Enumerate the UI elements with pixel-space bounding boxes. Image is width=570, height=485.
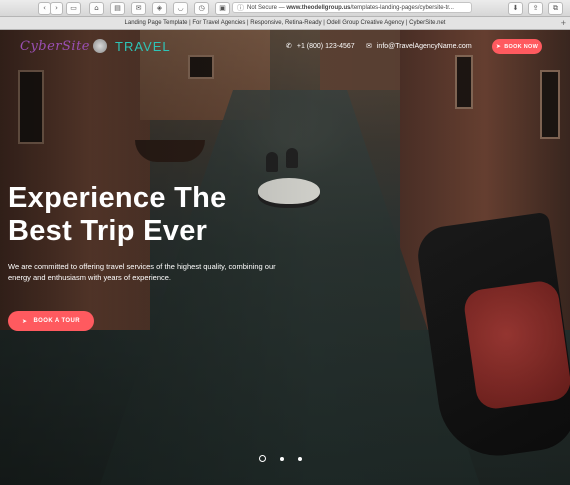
shield-icon[interactable]: ◈ — [152, 2, 167, 15]
url-separator: — — [278, 5, 285, 11]
download-icon[interactable]: ⬇ — [508, 2, 523, 15]
history-icon[interactable]: ◷ — [194, 2, 209, 15]
site-logo[interactable]: CyberSite TRAVEL — [20, 38, 171, 54]
forward-icon[interactable]: › — [50, 2, 63, 15]
email-icon: ✉ — [366, 42, 372, 50]
tab-bar: Landing Page Template | For Travel Agenc… — [0, 17, 570, 30]
hero-section — [0, 30, 570, 485]
sidebar-icon[interactable]: ▭ — [66, 2, 81, 15]
send-icon: ➤ — [22, 317, 28, 325]
logo-text-travel: TRAVEL — [115, 38, 171, 54]
hero-headline: Experience The Best Trip Ever — [8, 182, 308, 248]
email-address: info@TravelAgencyName.com — [376, 42, 472, 50]
slider-dots — [259, 455, 316, 462]
hero-overlay — [0, 30, 570, 485]
logo-text-cyber: CyberSite — [20, 38, 91, 54]
book-now-label: BOOK NOW — [504, 43, 539, 50]
headline-line-1: Experience The — [8, 182, 227, 214]
slider-dot-2[interactable] — [280, 456, 284, 461]
share-icon[interactable]: ⇪ — [528, 2, 543, 15]
url-host: www.theodellgroup.us — [286, 5, 351, 11]
url-field[interactable]: ⓘ Not Secure — www.theodellgroup.us/temp… — [232, 2, 472, 13]
info-icon: ⓘ — [237, 5, 244, 12]
book-a-tour-button[interactable]: ➤ BOOK A TOUR — [8, 311, 94, 331]
hero-subtext: We are committed to offering travel serv… — [8, 262, 276, 282]
url-path: /templates-landing-pages/cybersite-tr... — [350, 5, 454, 11]
header-phone[interactable]: ✆ +1 (800) 123-4567 — [286, 42, 355, 50]
pocket-icon[interactable]: ◡ — [173, 2, 188, 15]
logo-globe-icon — [93, 39, 108, 53]
book-a-tour-label: BOOK A TOUR — [33, 318, 80, 324]
slider-dot-3[interactable] — [298, 456, 302, 461]
browser-toolbar: ‹ › ▭ ⌂ ▤ ✉ ◈ ◡ ◷ ▣ ⓘ Not Secure — www.t… — [0, 0, 570, 17]
phone-number: +1 (800) 123-4567 — [296, 42, 355, 50]
slider-dot-1[interactable] — [259, 455, 266, 462]
print-icon[interactable]: ▤ — [110, 2, 125, 15]
home-icon[interactable]: ⌂ — [89, 2, 104, 15]
headline-line-2: Best Trip Ever — [8, 215, 208, 247]
mail-icon[interactable]: ✉ — [131, 2, 146, 15]
header-email[interactable]: ✉ info@TravelAgencyName.com — [366, 42, 472, 50]
url-status: Not Secure — [247, 5, 278, 11]
plus-icon[interactable]: + — [561, 17, 566, 29]
tab-title[interactable]: Landing Page Template | For Travel Agenc… — [0, 17, 570, 29]
send-icon: ➤ — [495, 43, 502, 50]
book-now-button[interactable]: ➤ BOOK NOW — [492, 39, 542, 54]
tabs-icon[interactable]: ⧉ — [548, 2, 563, 15]
lock-icon[interactable]: ▣ — [215, 2, 230, 15]
phone-icon: ✆ — [286, 42, 292, 50]
